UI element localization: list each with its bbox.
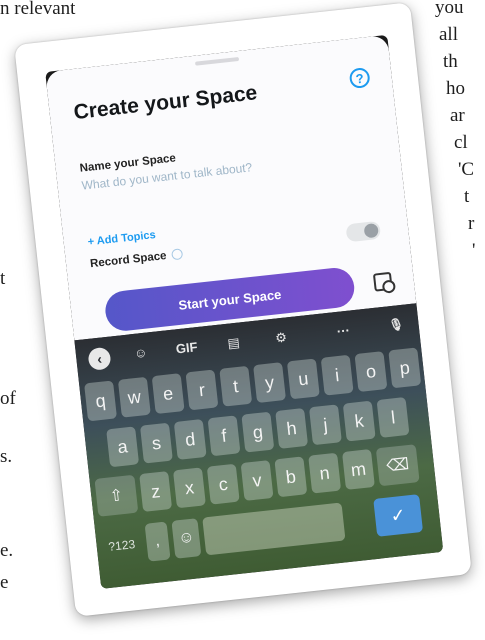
background-text-right-2: all [439,24,458,45]
key-x[interactable]: x [172,467,206,509]
sheet-drag-handle[interactable] [194,56,240,66]
emoji-key[interactable]: ☺ [171,518,202,559]
on-screen-keyboard: ‹ ☺ GIF ▤ ⚙ ··· 🎙 q w e r t y u i o p a … [74,303,444,589]
key-v[interactable]: v [240,460,274,501]
space-name-input[interactable] [80,147,371,193]
key-l[interactable]: l [376,396,410,438]
schedule-icon[interactable] [372,271,393,292]
key-d[interactable]: d [173,419,207,460]
background-text-left-5: e [0,572,9,593]
comma-key[interactable]: , [144,521,171,562]
gif-button[interactable]: GIF [175,339,198,356]
key-c[interactable]: c [206,463,240,505]
background-text-left-2: of [0,388,16,409]
record-space-row: Record Space [90,248,183,270]
key-f[interactable]: f [207,415,241,457]
key-y[interactable]: y [253,362,287,404]
key-k[interactable]: k [342,400,376,442]
backspace-key[interactable]: ⌫ [375,444,420,487]
keyboard-back-icon[interactable]: ‹ [87,346,112,371]
key-m[interactable]: m [341,449,375,490]
key-z[interactable]: z [139,471,173,512]
key-e[interactable]: e [151,373,185,415]
key-b[interactable]: b [274,456,308,498]
background-text-right-1: you [435,0,464,18]
background-text-right-3: th [443,51,458,72]
sheet-title: Create your Space [72,81,259,125]
key-w[interactable]: w [117,376,151,418]
more-icon[interactable]: ··· [336,323,351,339]
background-text-right-8: t [464,186,470,207]
key-n[interactable]: n [308,452,342,494]
key-p[interactable]: p [388,347,422,389]
key-r[interactable]: r [185,369,219,411]
sticker-icon[interactable]: ☺ [133,345,148,361]
help-icon[interactable]: ? [348,67,371,90]
key-i[interactable]: i [320,354,354,396]
key-o[interactable]: o [354,351,388,392]
background-text-left-4: e. [0,540,14,561]
key-q[interactable]: q [84,380,118,422]
settings-icon[interactable]: ⚙ [274,329,287,346]
period-key[interactable] [346,500,372,540]
info-icon[interactable] [170,248,183,261]
enter-key[interactable]: ✓ [373,494,424,537]
key-t[interactable]: t [219,365,253,407]
phone-screen: Create your Space ? Name your Space + Ad… [45,34,444,589]
background-text-right-10: ' [472,240,476,261]
shift-key[interactable]: ⇧ [94,474,139,517]
background-text-right-6: cl [454,132,468,153]
key-u[interactable]: u [286,358,320,400]
background-text-right-7: 'C [458,159,475,180]
background-text-left-3: s. [0,446,13,467]
space-bar[interactable] [202,502,346,556]
background-text-right-4: ho [446,78,465,99]
clipboard-icon[interactable]: ▤ [227,335,241,352]
key-j[interactable]: j [308,404,342,446]
create-space-sheet: Create your Space ? Name your Space + Ad… [45,34,417,341]
background-text-left-1: t [0,268,6,289]
key-h[interactable]: h [275,407,309,449]
record-space-label: Record Space [89,249,168,271]
key-g[interactable]: g [241,411,275,453]
background-text-right-5: ar [450,105,465,126]
record-space-toggle[interactable] [345,220,382,243]
mic-icon[interactable]: 🎙 [388,317,405,333]
key-s[interactable]: s [139,422,173,464]
background-text-top: n relevant [0,0,76,19]
photo-card: Create your Space ? Name your Space + Ad… [14,2,472,617]
symbols-key[interactable]: ?123 [100,524,144,566]
background-text-right-9: r [468,213,475,234]
key-a[interactable]: a [106,426,140,468]
add-topics-link[interactable]: + Add Topics [87,229,156,248]
toggle-knob [363,222,379,239]
